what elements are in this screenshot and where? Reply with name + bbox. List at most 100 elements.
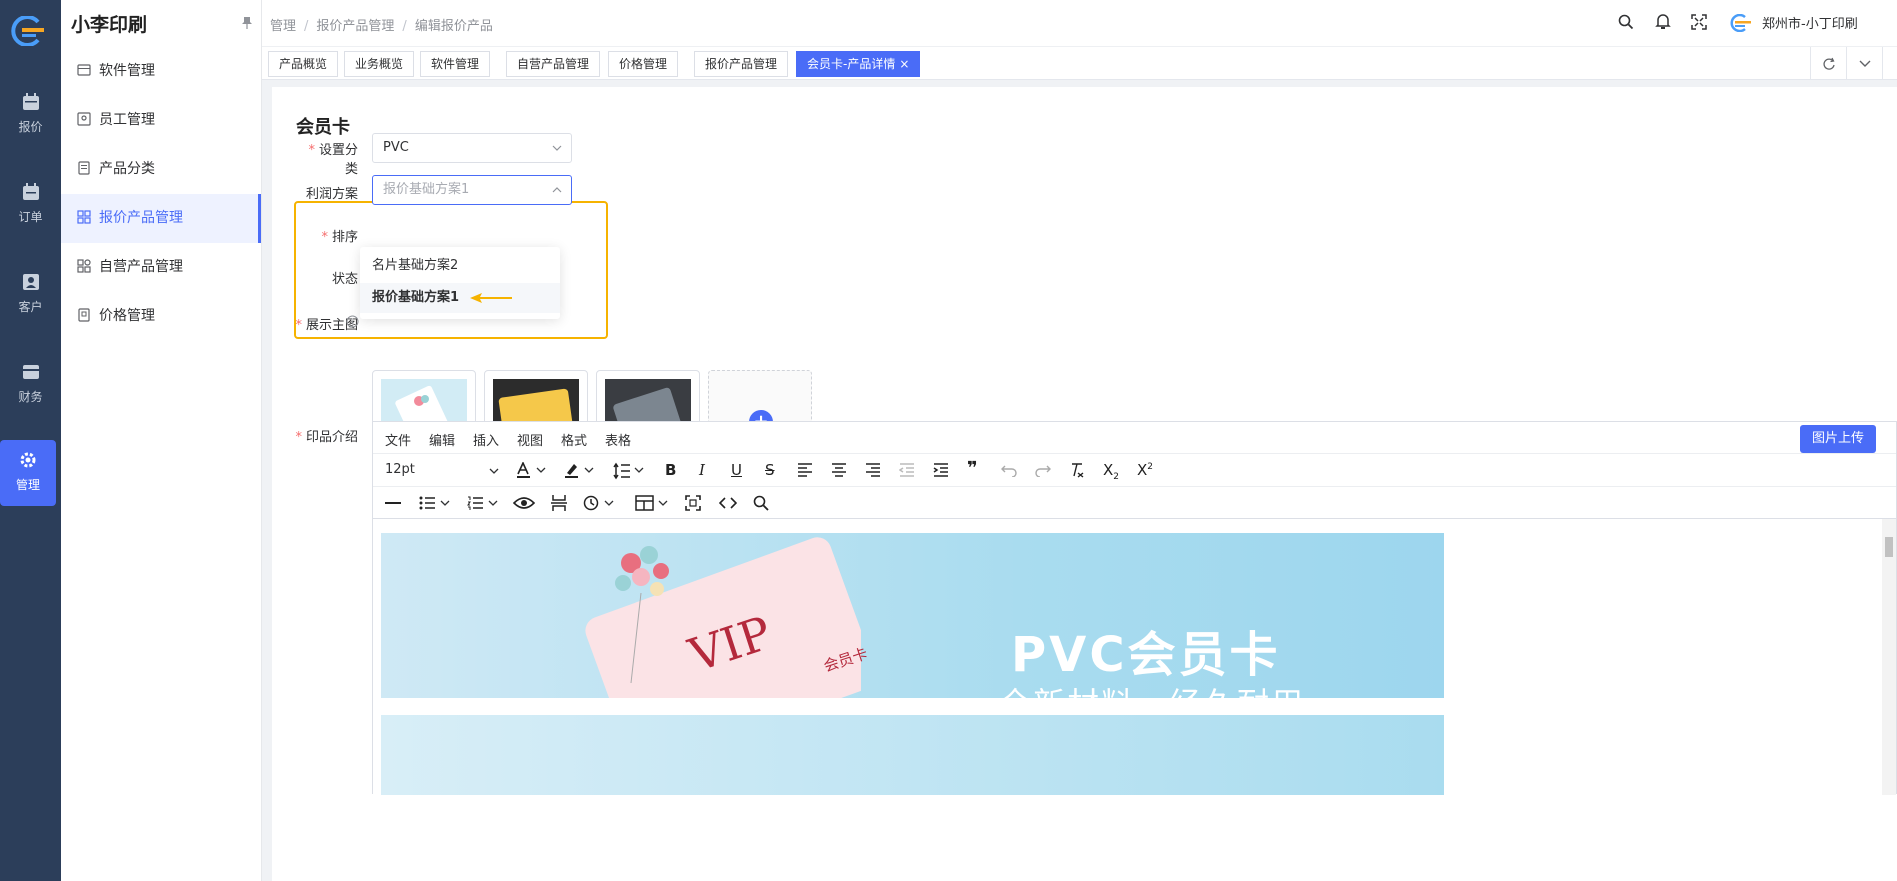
align-center-icon[interactable] bbox=[831, 463, 847, 477]
underline-icon[interactable]: U bbox=[731, 461, 742, 479]
highlight-color-icon[interactable] bbox=[563, 462, 597, 480]
numbered-list-icon[interactable] bbox=[467, 496, 499, 510]
dropdown-option-selected[interactable]: 报价基础方案1 bbox=[360, 283, 560, 313]
app-rail: 报价 订单 客户 财务 管理 bbox=[0, 0, 61, 881]
tab-refresh[interactable] bbox=[1810, 47, 1846, 80]
editor-scrollbar[interactable] bbox=[1882, 519, 1896, 795]
bold-icon[interactable]: B bbox=[665, 461, 676, 479]
intro-label: * 印品介绍 bbox=[295, 430, 358, 445]
sidebar-item-software[interactable]: 软件管理 bbox=[61, 47, 261, 96]
line-height-icon[interactable] bbox=[613, 462, 647, 480]
preview-eye-icon[interactable] bbox=[513, 495, 535, 511]
editor-content[interactable]: VIP 会员卡 PVC会员卡 全新材料 经久耐用 bbox=[373, 519, 1896, 795]
align-right-icon[interactable] bbox=[865, 463, 881, 477]
blockquote-icon[interactable]: ❞ bbox=[967, 458, 978, 479]
menu-file[interactable]: 文件 bbox=[385, 430, 411, 449]
company-logo-icon bbox=[1730, 14, 1751, 32]
dropdown-option[interactable]: 名片基础方案2 bbox=[360, 251, 560, 281]
menu-insert[interactable]: 插入 bbox=[473, 430, 499, 449]
scrollbar-thumb[interactable] bbox=[1885, 537, 1893, 557]
chevron-down-icon bbox=[1859, 60, 1871, 67]
tab-more[interactable] bbox=[1846, 47, 1882, 80]
profit-label: 利润方案 bbox=[305, 187, 358, 202]
sidebar-item-staff[interactable]: 员工管理 bbox=[61, 96, 261, 145]
tab-product-overview[interactable]: 产品概览 bbox=[268, 51, 339, 77]
rail-item-customers[interactable]: 客户 bbox=[0, 262, 61, 328]
align-left-icon[interactable] bbox=[797, 463, 813, 477]
rail-label: 管理 bbox=[15, 478, 40, 492]
outdent-icon[interactable] bbox=[899, 463, 915, 477]
fullscreen-editor-icon[interactable] bbox=[685, 495, 701, 511]
sidebar-item-category[interactable]: 产品分类 bbox=[61, 145, 261, 194]
list-icon bbox=[78, 161, 90, 175]
profit-select[interactable]: 报价基础方案1 bbox=[372, 175, 572, 205]
sidebar-item-label: 产品分类 bbox=[99, 161, 155, 177]
horizontal-rule-icon[interactable] bbox=[385, 502, 401, 505]
chevron-down-icon[interactable] bbox=[489, 467, 499, 475]
source-code-icon[interactable] bbox=[719, 496, 737, 510]
table-icon[interactable] bbox=[635, 495, 669, 511]
info-icon[interactable] bbox=[346, 315, 359, 328]
undo-icon[interactable] bbox=[1001, 463, 1017, 477]
rail-item-finance[interactable]: 财务 bbox=[0, 352, 61, 418]
tab-quote-products[interactable]: 报价产品管理 bbox=[694, 51, 789, 77]
sidebar-item-label: 报价产品管理 bbox=[99, 210, 183, 226]
image-upload-btn[interactable]: 图片上传 bbox=[1799, 425, 1876, 453]
menu-format[interactable]: 格式 bbox=[561, 430, 587, 449]
tab-price[interactable]: 价格管理 bbox=[608, 51, 679, 77]
breadcrumb-item[interactable]: 管理 bbox=[270, 19, 296, 34]
close-icon[interactable]: × bbox=[899, 57, 909, 71]
bell-icon[interactable] bbox=[1655, 13, 1671, 30]
gear-icon bbox=[20, 452, 36, 468]
tab-extra[interactable] bbox=[1882, 47, 1897, 80]
tab-software[interactable]: 软件管理 bbox=[420, 51, 491, 77]
sidebar-item-own-products[interactable]: 自营产品管理 bbox=[61, 243, 261, 292]
tab-member-card-detail[interactable]: 会员卡-产品详情 × bbox=[796, 51, 921, 77]
page-title: 会员卡 bbox=[296, 117, 350, 138]
breadcrumb-item: 编辑报价产品 bbox=[414, 19, 493, 34]
menu-table[interactable]: 表格 bbox=[605, 430, 631, 449]
pin-icon[interactable] bbox=[241, 16, 253, 30]
subscript-icon[interactable]: X2 bbox=[1103, 461, 1119, 482]
sidebar-item-price[interactable]: 价格管理 bbox=[61, 292, 261, 341]
menu-view[interactable]: 视图 bbox=[517, 430, 543, 449]
editor-toolbar-2 bbox=[373, 487, 1896, 519]
clear-format-icon[interactable] bbox=[1069, 462, 1085, 478]
company-name[interactable]: 郑州市-小丁印刷 bbox=[1762, 13, 1858, 32]
rail-item-quote[interactable]: 报价 bbox=[0, 82, 61, 148]
brand-title: 小李印刷 bbox=[71, 14, 148, 36]
category-select[interactable]: PVC bbox=[372, 133, 572, 163]
page-break-icon[interactable] bbox=[551, 494, 567, 512]
tab-own-products[interactable]: 自营产品管理 bbox=[506, 51, 601, 77]
chevron-down-icon bbox=[552, 145, 562, 151]
profit-dropdown: 名片基础方案2 报价基础方案1 bbox=[360, 247, 560, 319]
indent-icon[interactable] bbox=[933, 463, 949, 477]
fullscreen-icon[interactable] bbox=[1691, 14, 1707, 30]
italic-icon[interactable]: I bbox=[699, 461, 705, 479]
menu-edit[interactable]: 编辑 bbox=[429, 430, 455, 449]
font-size-select[interactable]: 12pt bbox=[385, 462, 415, 477]
breadcrumb-item[interactable]: 报价产品管理 bbox=[316, 19, 394, 34]
superscript-icon[interactable]: X2 bbox=[1137, 461, 1153, 479]
banner-subtitle: 全新材料 经久耐用 bbox=[999, 679, 1305, 698]
sidebar-item-quote-products[interactable]: 报价产品管理 bbox=[61, 194, 261, 243]
finance-icon bbox=[22, 365, 39, 379]
bullet-list-icon[interactable] bbox=[419, 496, 451, 510]
text-color-icon[interactable] bbox=[515, 462, 549, 480]
strikethrough-icon[interactable]: S bbox=[765, 461, 775, 479]
datetime-icon[interactable] bbox=[583, 495, 615, 511]
search-icon[interactable] bbox=[1618, 14, 1634, 30]
editor-menubar: 文件 编辑 插入 视图 格式 表格 图片上传 bbox=[373, 422, 1896, 454]
sidebar-item-label: 自营产品管理 bbox=[99, 259, 183, 275]
tab-business-overview[interactable]: 业务概览 bbox=[344, 51, 415, 77]
app-logo-icon bbox=[11, 16, 44, 46]
chevron-down-icon bbox=[552, 187, 562, 193]
rail-item-orders[interactable]: 订单 bbox=[0, 172, 61, 238]
redo-icon[interactable] bbox=[1035, 463, 1051, 477]
editor-toolbar-1: 12pt B I U S ❞ X2 X2 bbox=[373, 454, 1896, 487]
search-replace-icon[interactable] bbox=[753, 495, 769, 511]
grid-icon bbox=[77, 210, 91, 224]
rail-item-manage[interactable]: 管理 bbox=[0, 440, 56, 506]
refresh-icon bbox=[1823, 57, 1835, 70]
sidebar-item-label: 价格管理 bbox=[99, 308, 155, 324]
